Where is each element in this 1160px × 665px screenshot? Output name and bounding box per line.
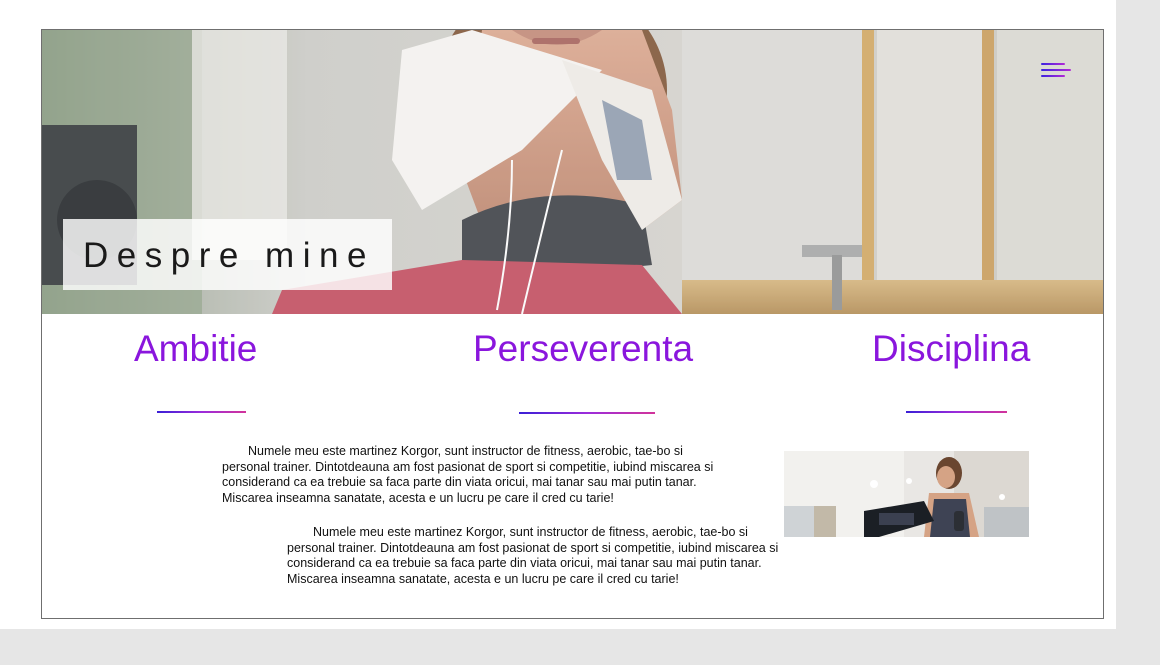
hamburger-menu-icon[interactable] <box>1038 58 1074 82</box>
page-title: Despre mine <box>83 236 375 275</box>
treadmill-photo <box>784 451 1029 537</box>
about-paragraph-2: Numele meu este martinez Korgor, sunt in… <box>287 525 779 586</box>
page-title-box: Despre mine <box>63 219 392 290</box>
heading-ambitie: Ambitie <box>134 328 258 369</box>
heading-perseverenta: Perseverenta <box>473 328 694 369</box>
hero-banner: Despre mine <box>42 30 1103 314</box>
heading-disciplina-underline <box>906 411 1007 413</box>
heading-ambitie-underline <box>157 411 246 413</box>
heading-disciplina: Disciplina <box>872 328 1031 369</box>
about-paragraph-1: Numele meu este martinez Korgor, sunt in… <box>222 444 714 505</box>
heading-perseverenta-underline <box>519 412 655 414</box>
